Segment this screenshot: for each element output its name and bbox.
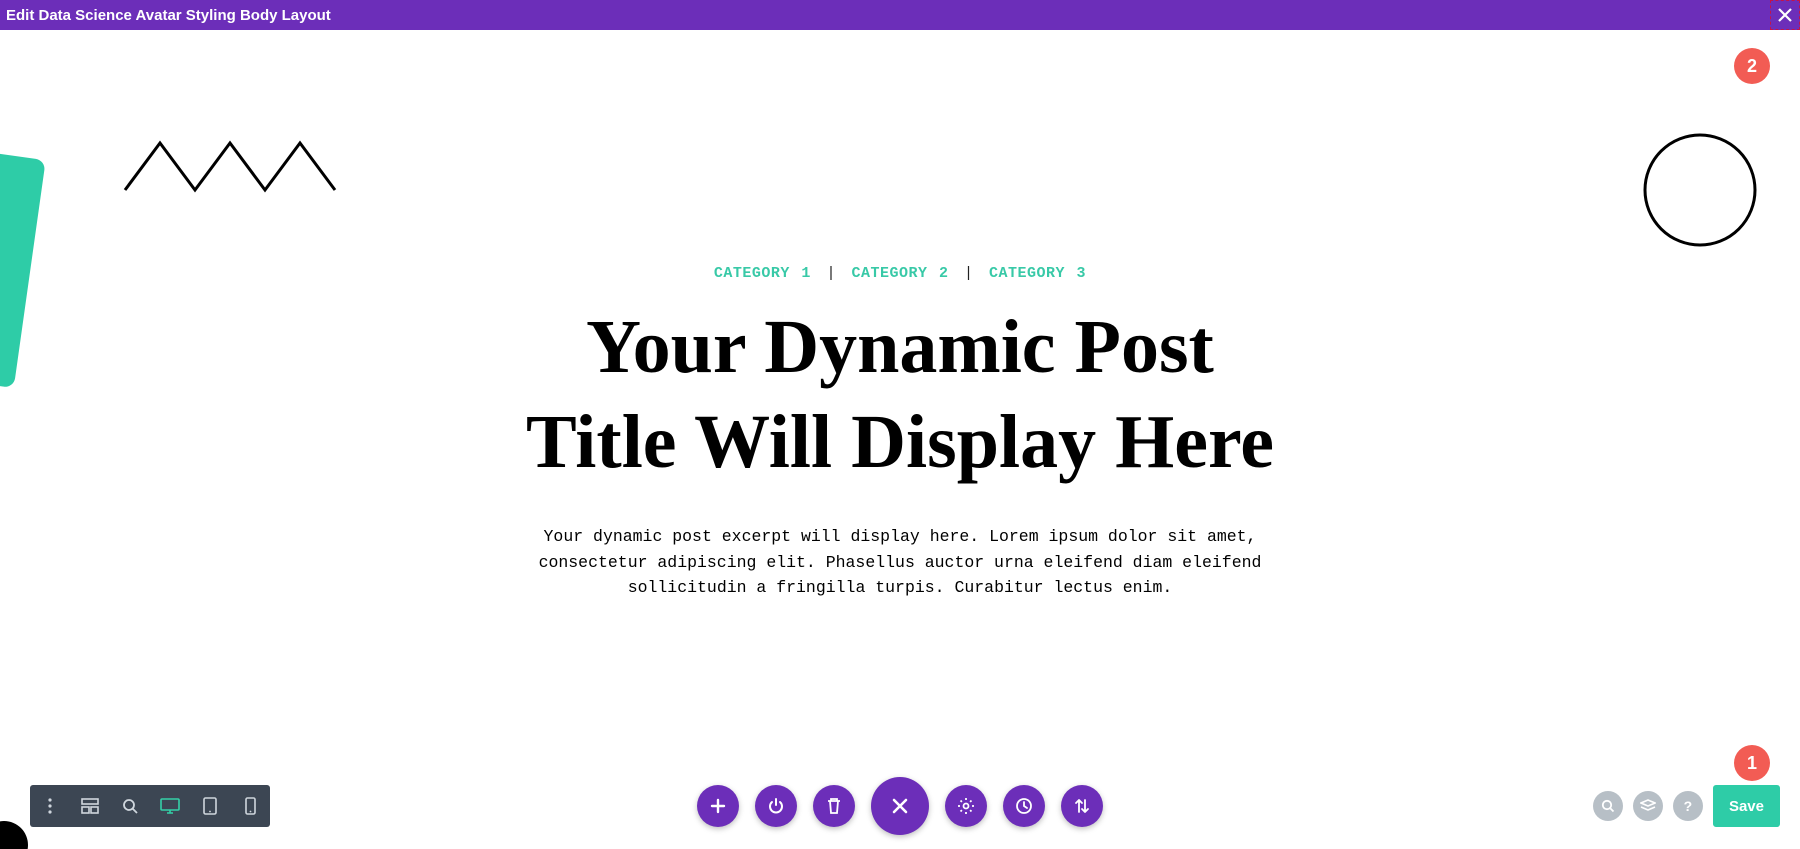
settings-button[interactable] — [945, 785, 987, 827]
desktop-view-button[interactable] — [150, 785, 190, 827]
desktop-icon — [160, 798, 180, 814]
close-toolbar-button[interactable] — [871, 777, 929, 835]
zoom-icon — [122, 798, 138, 814]
black-blob-decoration — [0, 821, 28, 849]
history-button[interactable] — [1003, 785, 1045, 827]
close-icon — [1778, 8, 1792, 22]
category-link-3[interactable]: CATEGORY 3 — [989, 265, 1086, 282]
tablet-icon — [203, 797, 217, 815]
gear-icon — [957, 797, 975, 815]
power-button[interactable] — [755, 785, 797, 827]
category-list: CATEGORY 1 | CATEGORY 2 | CATEGORY 3 — [520, 265, 1280, 282]
help-button[interactable]: ? — [1673, 791, 1703, 821]
circle-decoration — [1640, 130, 1760, 250]
post-title: Your Dynamic Post Title Will Display Her… — [520, 300, 1280, 490]
zigzag-decoration — [120, 135, 340, 195]
category-separator: | — [826, 265, 836, 282]
center-action-toolbar — [697, 777, 1103, 835]
add-button[interactable] — [697, 785, 739, 827]
left-view-toolbar — [30, 785, 270, 827]
close-button[interactable] — [1770, 0, 1800, 30]
mobile-view-button[interactable] — [230, 785, 270, 827]
close-icon — [890, 796, 910, 816]
zoom-button[interactable] — [110, 785, 150, 827]
search-icon — [1601, 799, 1615, 813]
editor-top-bar: Edit Data Science Avatar Styling Body La… — [0, 0, 1800, 30]
category-separator: | — [964, 265, 974, 282]
dots-vertical-icon — [47, 798, 53, 814]
post-excerpt: Your dynamic post excerpt will display h… — [520, 524, 1280, 601]
editor-title: Edit Data Science Avatar Styling Body La… — [6, 7, 331, 24]
sort-button[interactable] — [1061, 785, 1103, 827]
question-icon: ? — [1684, 798, 1693, 814]
save-button[interactable]: Save — [1713, 785, 1780, 827]
menu-button[interactable] — [30, 785, 70, 827]
layers-button[interactable] — [1633, 791, 1663, 821]
wireframe-button[interactable] — [70, 785, 110, 827]
category-link-1[interactable]: CATEGORY 1 — [714, 265, 811, 282]
category-link-2[interactable]: CATEGORY 2 — [851, 265, 948, 282]
mobile-icon — [245, 797, 256, 815]
hero-section: CATEGORY 1 | CATEGORY 2 | CATEGORY 3 You… — [520, 265, 1280, 601]
annotation-badge-2: 2 — [1734, 48, 1770, 84]
right-action-toolbar: ? Save — [1593, 785, 1780, 827]
teal-decoration — [0, 152, 46, 388]
search-button[interactable] — [1593, 791, 1623, 821]
arrows-up-down-icon — [1074, 797, 1090, 815]
power-icon — [767, 797, 785, 815]
clock-icon — [1015, 797, 1033, 815]
delete-button[interactable] — [813, 785, 855, 827]
editor-canvas: CATEGORY 1 | CATEGORY 2 | CATEGORY 3 You… — [0, 30, 1800, 849]
layers-icon — [1640, 799, 1656, 813]
tablet-view-button[interactable] — [190, 785, 230, 827]
wireframe-icon — [81, 798, 99, 814]
annotation-badge-1: 1 — [1734, 745, 1770, 781]
trash-icon — [826, 797, 842, 815]
save-label: Save — [1729, 798, 1764, 815]
plus-icon — [710, 798, 726, 814]
